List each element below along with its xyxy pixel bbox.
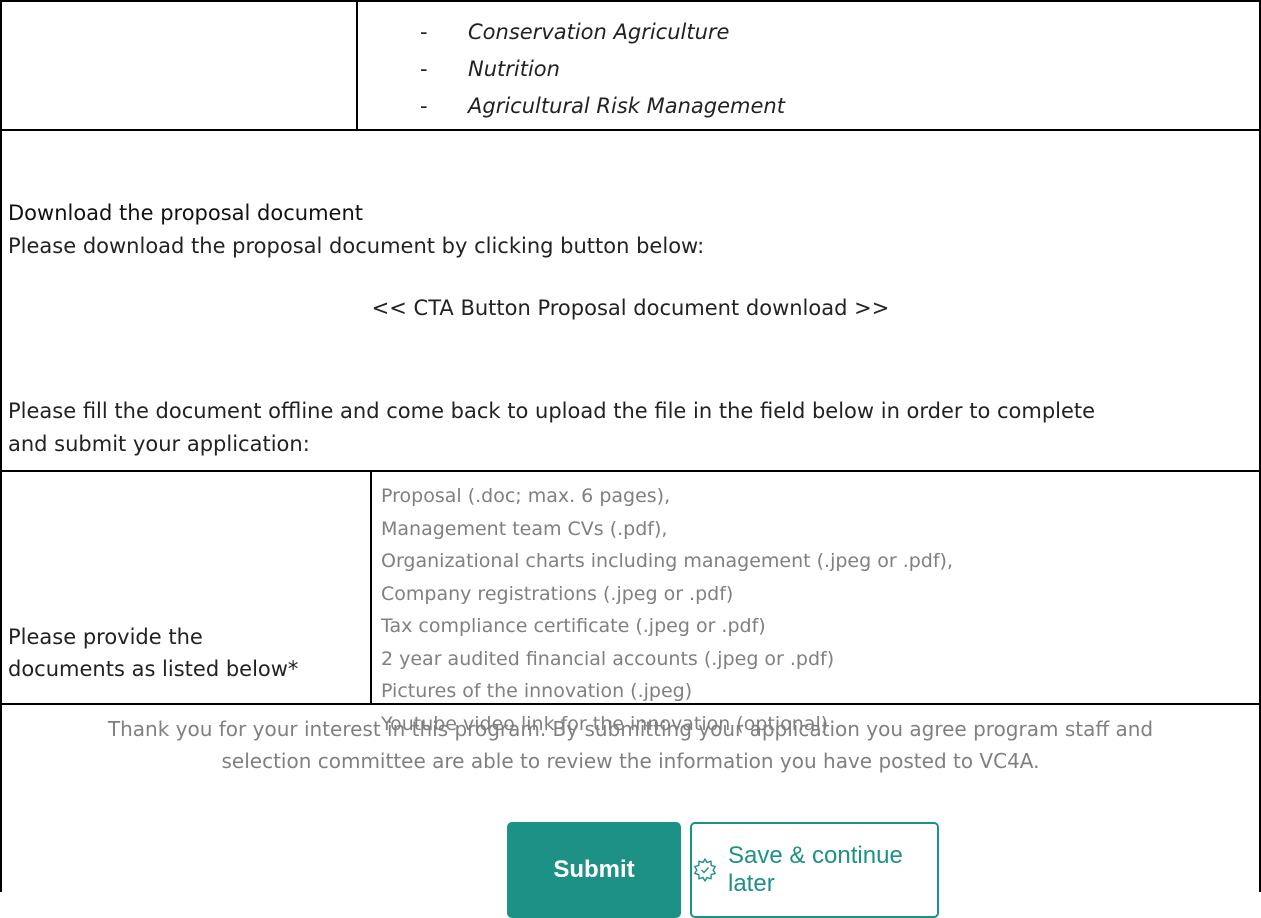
top-row-bottom-border xyxy=(0,129,1261,131)
list-item: - Agricultural Risk Management xyxy=(420,88,785,125)
document-table: - Conservation Agriculture - Nutrition -… xyxy=(0,0,1261,918)
document-item: Proposal (.doc; max. 6 pages), xyxy=(381,485,671,507)
fill-instruction-line2: and submit your application: xyxy=(8,432,310,456)
document-item: Pictures of the innovation (.jpeg) xyxy=(381,680,693,702)
fill-instruction-line1: Please fill the document offline and com… xyxy=(8,399,1096,423)
list-item: - Conservation Agriculture xyxy=(420,14,785,51)
documents-label-line1: Please provide the xyxy=(8,625,203,649)
list-item-label: Nutrition xyxy=(468,57,560,81)
list-dash: - xyxy=(420,20,428,44)
list-item-label: Conservation Agriculture xyxy=(468,20,730,44)
top-row-divider xyxy=(356,0,358,130)
documents-row-divider xyxy=(370,470,372,704)
download-row-bottom-border xyxy=(0,470,1261,472)
list-dash: - xyxy=(420,94,428,118)
topic-list: - Conservation Agriculture - Nutrition -… xyxy=(420,14,785,125)
document-item: 2 year audited financial accounts (.jpeg… xyxy=(381,647,835,670)
save-continue-later-button[interactable]: Save & continue later xyxy=(690,822,939,918)
required-documents-list: Proposal (.doc; max. 6 pages), Managemen… xyxy=(381,480,953,740)
submit-button[interactable]: Submit xyxy=(507,822,681,918)
settings-gear-icon xyxy=(692,857,718,883)
documents-label-line2: documents as listed below* xyxy=(8,657,299,681)
document-item: Management team CVs (.pdf), xyxy=(381,517,668,540)
list-dash: - xyxy=(420,57,428,81)
thank-you-line1: Thank you for your interest in this prog… xyxy=(107,717,1154,741)
document-item: Organizational charts including manageme… xyxy=(381,550,954,572)
document-item: Tax compliance certificate (.jpeg or .pd… xyxy=(381,615,766,637)
save-button-label: Save & continue later xyxy=(728,842,903,897)
download-heading: Download the proposal document xyxy=(8,201,364,225)
list-item: - Nutrition xyxy=(420,51,785,88)
download-instruction: Please download the proposal document by… xyxy=(8,234,705,258)
thank-you-line2: selection committee are able to review t… xyxy=(221,749,1040,773)
list-item-label: Agricultural Risk Management xyxy=(468,94,785,118)
table-border-top xyxy=(0,0,1261,2)
thank-you-note: Thank you for your interest in this prog… xyxy=(0,713,1261,777)
documents-label: Please provide the documents as listed b… xyxy=(8,621,298,685)
cta-download-placeholder[interactable]: << CTA Button Proposal document download… xyxy=(0,296,1261,320)
document-item: Company registrations (.jpeg or .pdf) xyxy=(381,582,734,605)
